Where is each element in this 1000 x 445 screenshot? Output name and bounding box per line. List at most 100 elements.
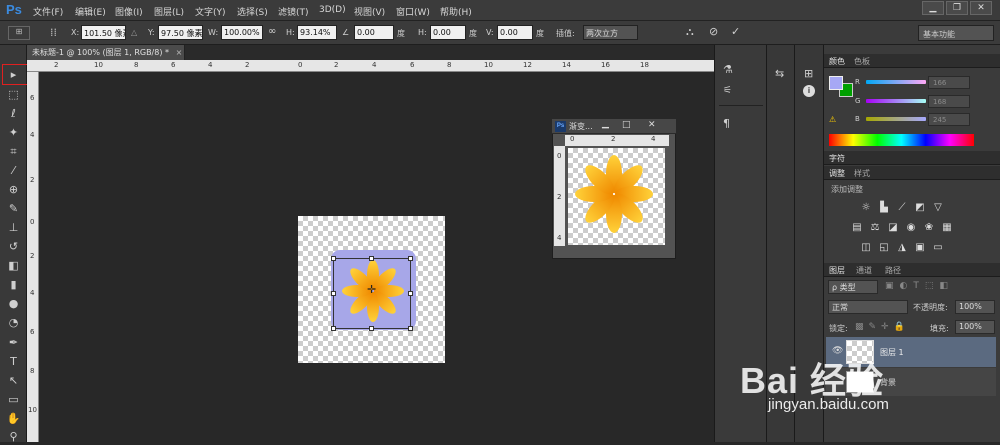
- magic-wand-icon[interactable]: ✦: [5, 125, 22, 141]
- commit-transform-icon[interactable]: ✓: [731, 25, 740, 38]
- minimize-icon[interactable]: ▁: [602, 119, 609, 129]
- g-value[interactable]: 168: [928, 95, 970, 108]
- menu-layer[interactable]: 图层(L): [154, 5, 184, 18]
- menu-edit[interactable]: 编辑(E): [75, 5, 106, 18]
- close-tab-icon[interactable]: ×: [176, 48, 183, 57]
- history-brush-icon[interactable]: ↺: [5, 239, 22, 255]
- b-value[interactable]: 245: [928, 113, 970, 126]
- height-field[interactable]: 93.14%: [297, 25, 337, 40]
- levels-icon[interactable]: ▙: [877, 202, 891, 213]
- warp-icon[interactable]: ⛬: [686, 25, 694, 39]
- posterize-icon[interactable]: ◱: [877, 242, 891, 253]
- tab-adjustments[interactable]: 调整: [829, 168, 845, 179]
- restore-button[interactable]: ❐: [946, 1, 968, 15]
- transform-handle[interactable]: [408, 256, 413, 261]
- curves-icon[interactable]: ⟋: [895, 202, 909, 213]
- tab-color[interactable]: 颜色: [829, 56, 845, 67]
- shape-tool-icon[interactable]: ▭: [5, 392, 22, 408]
- reference-point-icon[interactable]: ⁞⁞: [50, 26, 64, 40]
- brush-settings-icon[interactable]: ⚟: [723, 85, 732, 96]
- x-field[interactable]: 101.50 像素: [81, 25, 126, 40]
- cancel-transform-icon[interactable]: ⊘: [709, 25, 718, 38]
- reference-point-icon[interactable]: ✛: [367, 283, 376, 296]
- type-tool-icon[interactable]: T: [5, 354, 22, 370]
- brush-tool-icon[interactable]: ✎: [5, 201, 22, 217]
- black-white-icon[interactable]: ◪: [886, 222, 900, 233]
- minimize-button[interactable]: ▁: [922, 1, 944, 15]
- paragraph-icon[interactable]: ¶: [723, 117, 730, 130]
- menu-file[interactable]: 文件(F): [33, 5, 63, 18]
- zoom-tool-icon[interactable]: ⚲: [5, 429, 22, 445]
- fill-field[interactable]: 100%: [955, 320, 995, 334]
- menu-window[interactable]: 窗口(W): [396, 5, 430, 18]
- menu-select[interactable]: 选择(S): [237, 5, 268, 18]
- transform-handle[interactable]: [369, 326, 374, 331]
- link-icon[interactable]: ∞: [268, 26, 276, 37]
- maximize-icon[interactable]: □: [622, 120, 631, 130]
- move-tool-icon[interactable]: ▸: [5, 67, 22, 83]
- menu-image[interactable]: 图像(I): [115, 5, 143, 18]
- blend-mode-select[interactable]: 正常: [828, 300, 908, 314]
- lock-icons[interactable]: ▩✎✛🔒: [855, 322, 910, 332]
- tab-character[interactable]: 字符: [829, 153, 845, 164]
- tab-paths[interactable]: 路径: [885, 265, 901, 276]
- marquee-tool-icon[interactable]: ⬚: [5, 87, 22, 103]
- y-field[interactable]: 97.50 像素: [158, 25, 203, 40]
- vskew-field[interactable]: 0.00: [497, 25, 533, 40]
- transform-handle[interactable]: [408, 291, 413, 296]
- menu-filter[interactable]: 滤镜(T): [278, 5, 309, 18]
- lasso-tool-icon[interactable]: ℓ: [5, 106, 22, 122]
- angle-field[interactable]: 0.00: [354, 25, 394, 40]
- menu-3d[interactable]: 3D(D): [319, 5, 346, 15]
- blur-tool-icon[interactable]: ●: [5, 296, 22, 312]
- width-field[interactable]: 100.00%: [221, 25, 263, 40]
- color-spectrum[interactable]: [829, 134, 974, 146]
- transform-handle[interactable]: [331, 291, 336, 296]
- hue-saturation-icon[interactable]: ▤: [850, 222, 864, 233]
- selective-color-icon[interactable]: ▣: [913, 242, 927, 253]
- color-lookup-icon[interactable]: ▦: [940, 222, 954, 233]
- path-selection-icon[interactable]: ↖: [5, 373, 22, 389]
- hskew-field[interactable]: 0.00: [430, 25, 466, 40]
- tab-swatches[interactable]: 色板: [854, 56, 870, 67]
- menu-type[interactable]: 文字(Y): [195, 5, 226, 18]
- invert-icon[interactable]: ◫: [859, 242, 873, 253]
- gamut-warning-icon[interactable]: ⚠: [829, 115, 836, 124]
- photo-filter-icon[interactable]: ◉: [904, 222, 918, 233]
- info-icon[interactable]: i: [803, 85, 815, 97]
- close-button[interactable]: ✕: [970, 1, 992, 15]
- menu-view[interactable]: 视图(V): [354, 5, 385, 18]
- transform-handle[interactable]: [369, 256, 374, 261]
- transform-handle[interactable]: [408, 326, 413, 331]
- transform-handle[interactable]: [331, 256, 336, 261]
- pen-tool-icon[interactable]: ✒: [5, 335, 22, 351]
- close-icon[interactable]: ✕: [648, 120, 656, 130]
- transform-handle[interactable]: [331, 326, 336, 331]
- tool-presets-icon[interactable]: ⚗: [723, 63, 733, 76]
- foreground-color-swatch[interactable]: [829, 76, 843, 90]
- crop-tool-icon[interactable]: ⌗: [5, 144, 22, 160]
- document-tab[interactable]: 未标题-1 @ 100% (图层 1, RGB/8) * ×: [27, 45, 185, 60]
- channel-mixer-icon[interactable]: ❀: [922, 222, 936, 233]
- r-slider[interactable]: [866, 80, 926, 84]
- g-slider[interactable]: [866, 99, 926, 103]
- tab-channels[interactable]: 通道: [856, 265, 872, 276]
- exposure-icon[interactable]: ◩: [913, 202, 927, 213]
- tab-layers[interactable]: 图层: [829, 265, 845, 276]
- menu-help[interactable]: 帮助(H): [440, 5, 472, 18]
- history-icon[interactable]: ⇆: [775, 67, 784, 80]
- healing-brush-icon[interactable]: ⊕: [5, 182, 22, 198]
- color-balance-icon[interactable]: ⚖: [868, 222, 882, 233]
- brightness-icon[interactable]: ☼: [859, 202, 873, 213]
- layer-filter-select[interactable]: ρ 类型: [828, 280, 878, 294]
- layer-comps-icon[interactable]: ⊞: [804, 67, 813, 80]
- hand-tool-icon[interactable]: ✋: [5, 411, 22, 427]
- transform-preset-icon[interactable]: ⊞: [8, 26, 30, 40]
- workspace-select[interactable]: 基本功能: [918, 25, 994, 41]
- gradient-tool-icon[interactable]: ▮: [5, 277, 22, 293]
- threshold-icon[interactable]: ◮: [895, 242, 909, 253]
- r-value[interactable]: 166: [928, 76, 970, 89]
- b-slider[interactable]: [866, 117, 926, 121]
- floating-window-titlebar[interactable]: Ps 渐变... ▁ □ ✕: [552, 119, 676, 134]
- dodge-tool-icon[interactable]: ◔: [5, 315, 22, 331]
